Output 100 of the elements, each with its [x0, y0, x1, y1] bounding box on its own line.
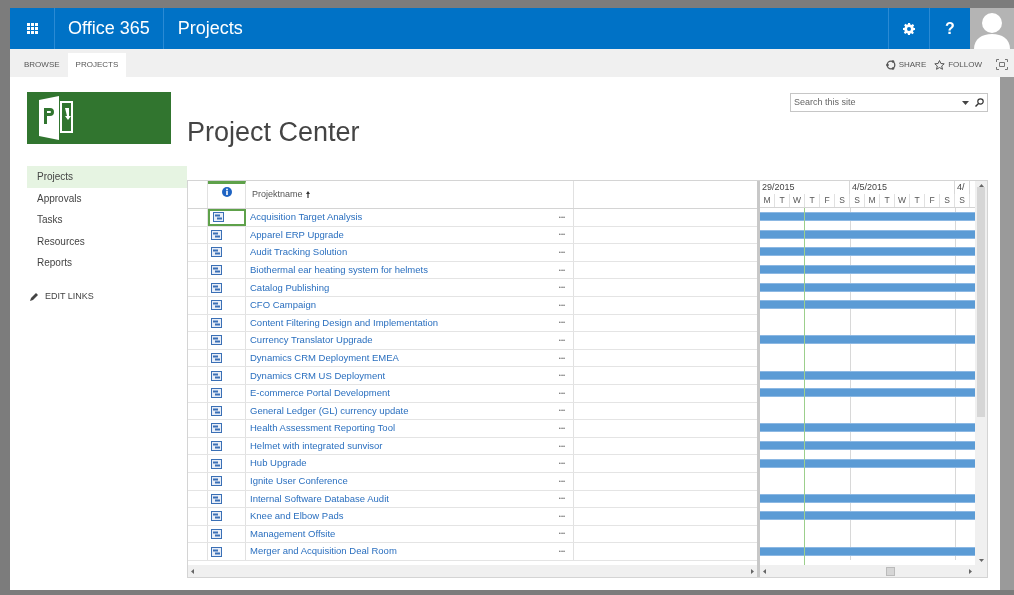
project-icon	[211, 282, 222, 293]
project-link[interactable]: Audit Tracking Solution	[246, 244, 551, 261]
app-launcher-icon[interactable]	[26, 23, 38, 34]
project-link[interactable]: General Ledger (GL) currency update	[246, 402, 551, 420]
project-link[interactable]: Internal Software Database Audit	[246, 490, 551, 508]
person-icon	[974, 11, 1010, 49]
search-box[interactable]: Search this site	[790, 93, 988, 112]
project-link[interactable]: Content Filtering Design and Implementation	[246, 314, 551, 332]
nav-item[interactable]: Reports	[27, 252, 187, 274]
page-scrollbar[interactable]	[1000, 77, 1014, 590]
project-icon	[211, 300, 222, 311]
day-label: S	[944, 194, 950, 207]
project-icon	[211, 370, 222, 381]
project-link[interactable]: Health Assessment Reporting Tool	[246, 420, 551, 437]
scroll-right-icon[interactable]	[751, 568, 754, 574]
project-icon	[211, 529, 222, 539]
nav-item[interactable]: Projects	[27, 166, 187, 188]
day-label: W	[898, 194, 906, 207]
day-label: S	[854, 194, 860, 207]
scroll-thumb[interactable]	[886, 566, 895, 576]
project-link[interactable]: Acquisition Target Analysis	[246, 209, 551, 226]
share-link[interactable]: SHARE	[898, 59, 927, 71]
edit-links-link[interactable]: EDIT LINKS	[45, 289, 94, 303]
project-icon	[211, 229, 222, 240]
project-link[interactable]: Ignite User Conference	[246, 472, 551, 490]
project-link[interactable]: Catalog Publishing	[246, 279, 551, 296]
project-link[interactable]: Dynamics CRM Deployment EMEA	[246, 349, 551, 367]
project-link[interactable]: Merger and Acquisition Deal Room	[246, 543, 551, 560]
day-label: M	[868, 194, 876, 207]
focus-mode-icon[interactable]	[996, 59, 1008, 70]
scroll-down-icon[interactable]	[978, 559, 984, 562]
help-button[interactable]: ?	[945, 16, 955, 41]
ribbon-tab[interactable]: BROWSE	[16, 53, 68, 77]
day-label: M	[763, 194, 771, 207]
icon-cell[interactable]	[208, 209, 246, 226]
day-label: W	[793, 194, 801, 207]
sort-arrow-icon	[305, 191, 310, 198]
search-icon[interactable]	[975, 98, 984, 107]
dropdown-caret-icon[interactable]	[962, 100, 969, 105]
week-label: 4/	[957, 181, 965, 194]
project-link[interactable]: Hub Upgrade	[246, 455, 551, 472]
day-label: S	[959, 194, 965, 207]
project-icon	[211, 511, 222, 522]
app-title[interactable]: Projects	[177, 15, 243, 42]
project-link[interactable]: Biothermal ear heating system for helmets	[246, 261, 551, 279]
project-link[interactable]: Dynamics CRM US Deployment	[246, 367, 551, 384]
follow-link[interactable]: FOLLOW	[948, 59, 982, 71]
project-icon	[211, 247, 222, 258]
scroll-left-icon[interactable]	[763, 568, 766, 574]
day-label: T	[914, 194, 920, 207]
info-icon	[221, 187, 232, 197]
project-icon	[211, 493, 222, 504]
horizontal-scrollbar[interactable]	[188, 565, 757, 577]
day-label: F	[824, 194, 830, 207]
day-label: T	[884, 194, 890, 207]
project-link[interactable]: Knee and Elbow Pads	[246, 508, 551, 525]
search-field[interactable]: Search this site	[794, 95, 962, 110]
project-icon	[211, 353, 222, 364]
scroll-right-icon[interactable]	[969, 568, 972, 574]
day-label: T	[809, 194, 815, 207]
project-icon	[211, 441, 222, 451]
project-icon	[211, 405, 222, 416]
horizontal-scrollbar[interactable]	[760, 565, 987, 577]
project-icon	[211, 317, 222, 328]
project-link[interactable]: CFO Campaign	[246, 296, 551, 314]
project-icon	[211, 265, 222, 276]
project-icon	[211, 335, 222, 346]
settings-icon[interactable]	[903, 22, 915, 35]
vertical-scrollbar[interactable]	[975, 181, 987, 565]
project-link[interactable]: E-commerce Portal Development	[246, 384, 551, 402]
project-icon	[211, 476, 222, 487]
project-icon	[213, 212, 224, 223]
nav-item[interactable]: Tasks	[27, 209, 187, 231]
project-icon	[211, 388, 222, 399]
project-link[interactable]: Apparel ERP Upgrade	[246, 226, 551, 244]
column-header[interactable]: Projektname	[246, 181, 574, 208]
page-title: Project Center	[187, 115, 360, 149]
project-link[interactable]: Currency Translator Upgrade	[246, 332, 551, 349]
star-icon	[934, 60, 946, 70]
project-icon	[211, 423, 222, 434]
week-label: 29/2015	[762, 181, 795, 194]
scroll-left-icon[interactable]	[191, 568, 194, 574]
project-link[interactable]: Management Offsite	[246, 525, 551, 543]
scroll-thumb[interactable]	[977, 187, 985, 417]
project-link[interactable]: Helmet with integrated sunvisor	[246, 437, 551, 455]
project-icon	[211, 458, 222, 469]
nav-item[interactable]: Approvals	[27, 187, 187, 209]
day-label: T	[779, 194, 785, 207]
ribbon-tab[interactable]: PROJECTS	[67, 53, 127, 77]
brand-link[interactable]: Office 365	[68, 15, 150, 42]
day-label: F	[929, 194, 935, 207]
column-title: Projektname	[252, 187, 303, 201]
share-icon	[885, 60, 896, 70]
project-icon	[211, 546, 222, 557]
info-column-header[interactable]	[208, 181, 246, 208]
project-logo[interactable]	[27, 92, 171, 144]
day-label: S	[839, 194, 845, 207]
nav-item[interactable]: Resources	[27, 230, 187, 252]
week-label: 4/5/2015	[852, 181, 888, 194]
pencil-icon	[30, 291, 39, 301]
